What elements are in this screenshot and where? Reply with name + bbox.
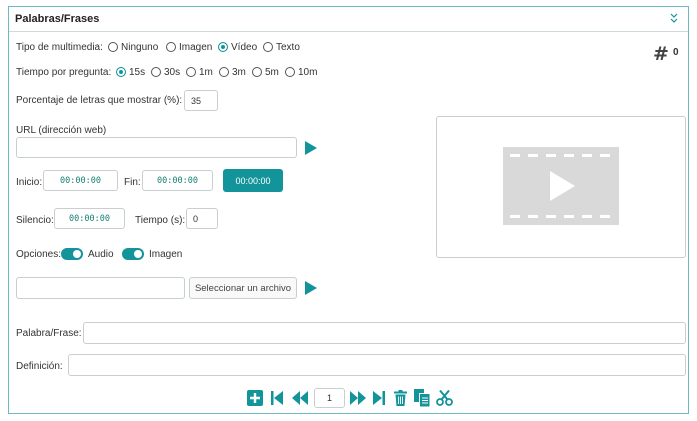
time-10m-label: 10m bbox=[298, 67, 318, 78]
media-text-label: Texto bbox=[276, 42, 300, 53]
definition-input[interactable] bbox=[68, 354, 686, 376]
options-label: Opciones: bbox=[16, 249, 62, 260]
time-30s-label: 30s bbox=[164, 67, 181, 78]
definition-label: Definición: bbox=[16, 361, 63, 372]
panel-title: Palabras/Frases bbox=[15, 13, 100, 25]
hash-symbol: # bbox=[653, 43, 669, 65]
select-file-button[interactable]: Seleccionar un archivo bbox=[189, 277, 297, 299]
image-toggle[interactable] bbox=[122, 248, 144, 260]
radio-time-10m[interactable] bbox=[285, 67, 295, 77]
file-play-icon[interactable] bbox=[305, 281, 317, 298]
audio-toggle[interactable] bbox=[61, 248, 83, 260]
play-icon[interactable] bbox=[305, 141, 317, 158]
file-path-input[interactable] bbox=[16, 277, 185, 299]
cut-icon[interactable] bbox=[436, 389, 453, 409]
radio-time-15s[interactable] bbox=[116, 67, 126, 77]
time-per-question-label: Tiempo por pregunta: bbox=[16, 67, 112, 78]
time-3m-label: 3m bbox=[232, 67, 246, 78]
previous-icon[interactable] bbox=[292, 391, 308, 408]
url-input[interactable] bbox=[16, 137, 297, 158]
word-label: Palabra/Frase: bbox=[16, 328, 82, 339]
collapse-icon[interactable] bbox=[668, 12, 680, 24]
media-video-label: Vídeo bbox=[231, 42, 258, 53]
media-image-label: Imagen bbox=[179, 42, 213, 53]
start-time-input[interactable]: 00:00:00 bbox=[43, 170, 118, 191]
image-toggle-label: Imagen bbox=[149, 249, 183, 260]
radio-time-3m[interactable] bbox=[219, 67, 229, 77]
word-input[interactable] bbox=[83, 322, 686, 344]
radio-time-5m[interactable] bbox=[252, 67, 262, 77]
add-icon[interactable] bbox=[247, 390, 263, 409]
next-icon[interactable] bbox=[350, 391, 366, 408]
silence-label: Silencio: bbox=[16, 215, 54, 226]
time-15s-label: 15s bbox=[129, 67, 146, 78]
video-preview bbox=[436, 116, 686, 258]
radio-time-30s[interactable] bbox=[151, 67, 161, 77]
hash-icon: # bbox=[653, 43, 669, 65]
video-placeholder-icon bbox=[503, 147, 619, 228]
time-seconds-label: Tiempo (s): bbox=[135, 215, 186, 226]
end-label: Fin: bbox=[124, 177, 141, 188]
panel-header: Palabras/Frases bbox=[9, 7, 688, 32]
radio-media-video[interactable] bbox=[218, 42, 228, 52]
word-counter: 0 bbox=[673, 47, 679, 58]
page-number-input[interactable]: 1 bbox=[314, 388, 345, 408]
media-type-label: Tipo de multimedia: bbox=[16, 42, 103, 53]
silence-time-input[interactable]: 00:00:00 bbox=[54, 208, 125, 229]
url-label: URL (dirección web) bbox=[16, 125, 107, 136]
time-1m-label: 1m bbox=[199, 67, 213, 78]
radio-media-none[interactable] bbox=[108, 42, 118, 52]
time-5m-label: 5m bbox=[265, 67, 279, 78]
media-none-label: Ninguno bbox=[121, 42, 159, 53]
radio-media-image[interactable] bbox=[166, 42, 176, 52]
letters-percent-input[interactable]: 35 bbox=[184, 90, 218, 111]
time-seconds-input[interactable]: 0 bbox=[186, 208, 218, 229]
start-label: Inicio: bbox=[16, 177, 43, 188]
word-phrase-panel: Palabras/Frases # 0 Tipo de multimedia: … bbox=[8, 6, 689, 414]
audio-toggle-label: Audio bbox=[88, 249, 114, 260]
radio-time-1m[interactable] bbox=[186, 67, 196, 77]
copy-icon[interactable] bbox=[414, 389, 430, 410]
last-icon[interactable] bbox=[373, 391, 385, 408]
delete-icon[interactable] bbox=[394, 390, 407, 409]
letters-percent-label: Porcentaje de letras que mostrar (%): bbox=[16, 95, 183, 106]
first-icon[interactable] bbox=[271, 391, 283, 408]
end-time-input[interactable]: 00:00:00 bbox=[142, 170, 213, 191]
current-time-button[interactable]: 00:00:00 bbox=[223, 169, 283, 192]
radio-media-text[interactable] bbox=[263, 42, 273, 52]
